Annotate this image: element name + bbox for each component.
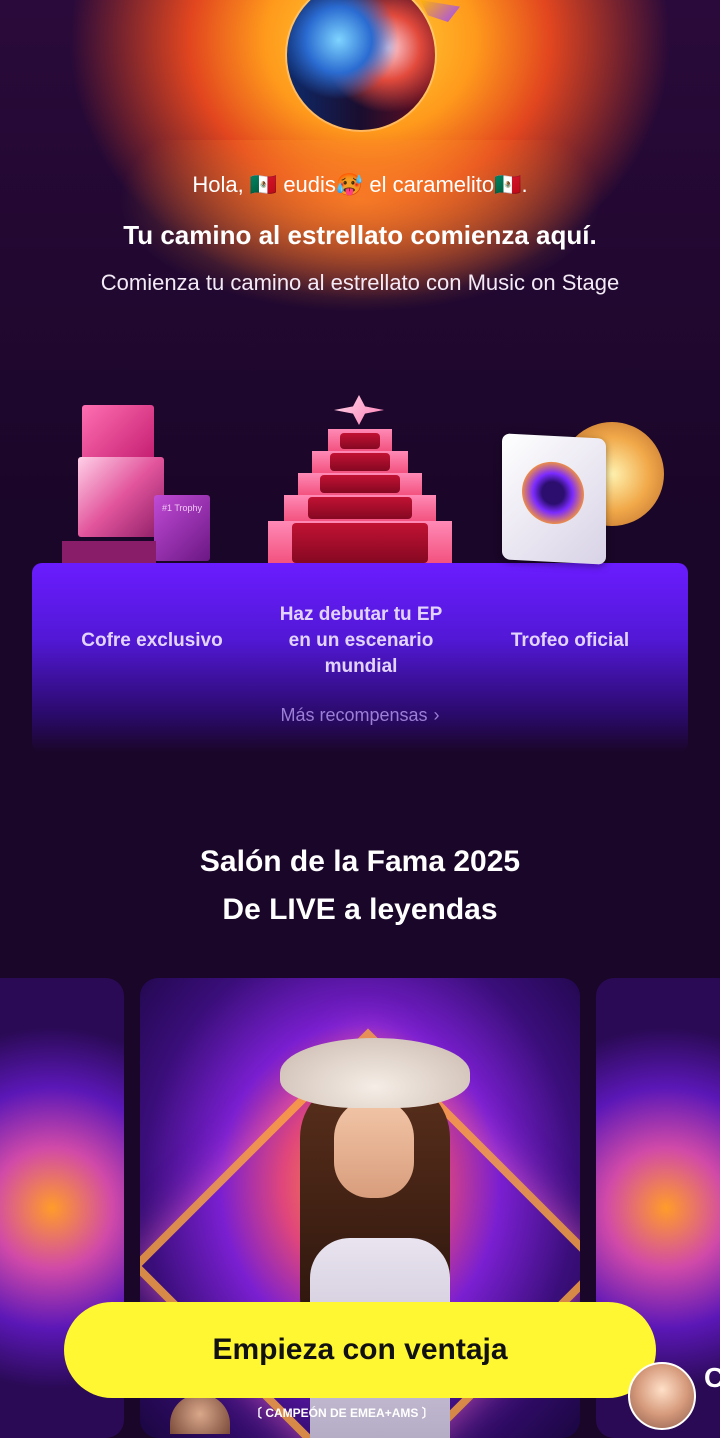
more-rewards-label: Más recompensas: [280, 705, 428, 725]
page-headline: Tu camino al estrellato comienza aquí.: [123, 220, 597, 250]
card-caption: 〔 CAMPEÓN DE EMEA+AMS 〕: [250, 1406, 434, 1420]
next-artist-initial: C: [704, 1362, 720, 1393]
chest-box-text: #1 Trophy: [162, 503, 203, 513]
star-icon: [334, 395, 384, 425]
reward-ep-label: Haz debutar tu EP en un escenario mundia…: [279, 604, 443, 677]
stage-stairs-illustration: [268, 395, 452, 563]
more-rewards-link[interactable]: Más recompensas ›: [0, 705, 720, 726]
chevron-right-icon: ›: [433, 705, 440, 725]
next-artist-avatar: [628, 1362, 696, 1430]
greeting-text: Hola, 🇲🇽 eudis🥵 el caramelito🇲🇽.: [192, 172, 528, 197]
hall-of-fame-title-line2: De LIVE a leyendas: [222, 893, 498, 926]
reward-chest-label: Cofre exclusivo: [81, 630, 223, 651]
hall-of-fame-title: Salón de la Fama 2025 De LIVE a leyendas: [0, 838, 720, 934]
chest-illustration: #1 Trophy: [62, 405, 212, 563]
trophy-illustration: [502, 422, 666, 565]
reward-trophy-label: Trofeo oficial: [510, 630, 630, 651]
hall-of-fame-title-line1: Salón de la Fama 2025: [199, 845, 521, 878]
page-subline: Comienza tu camino al estrellato con Mus…: [100, 270, 620, 295]
start-cta-button[interactable]: Empieza con ventaja: [64, 1302, 656, 1398]
